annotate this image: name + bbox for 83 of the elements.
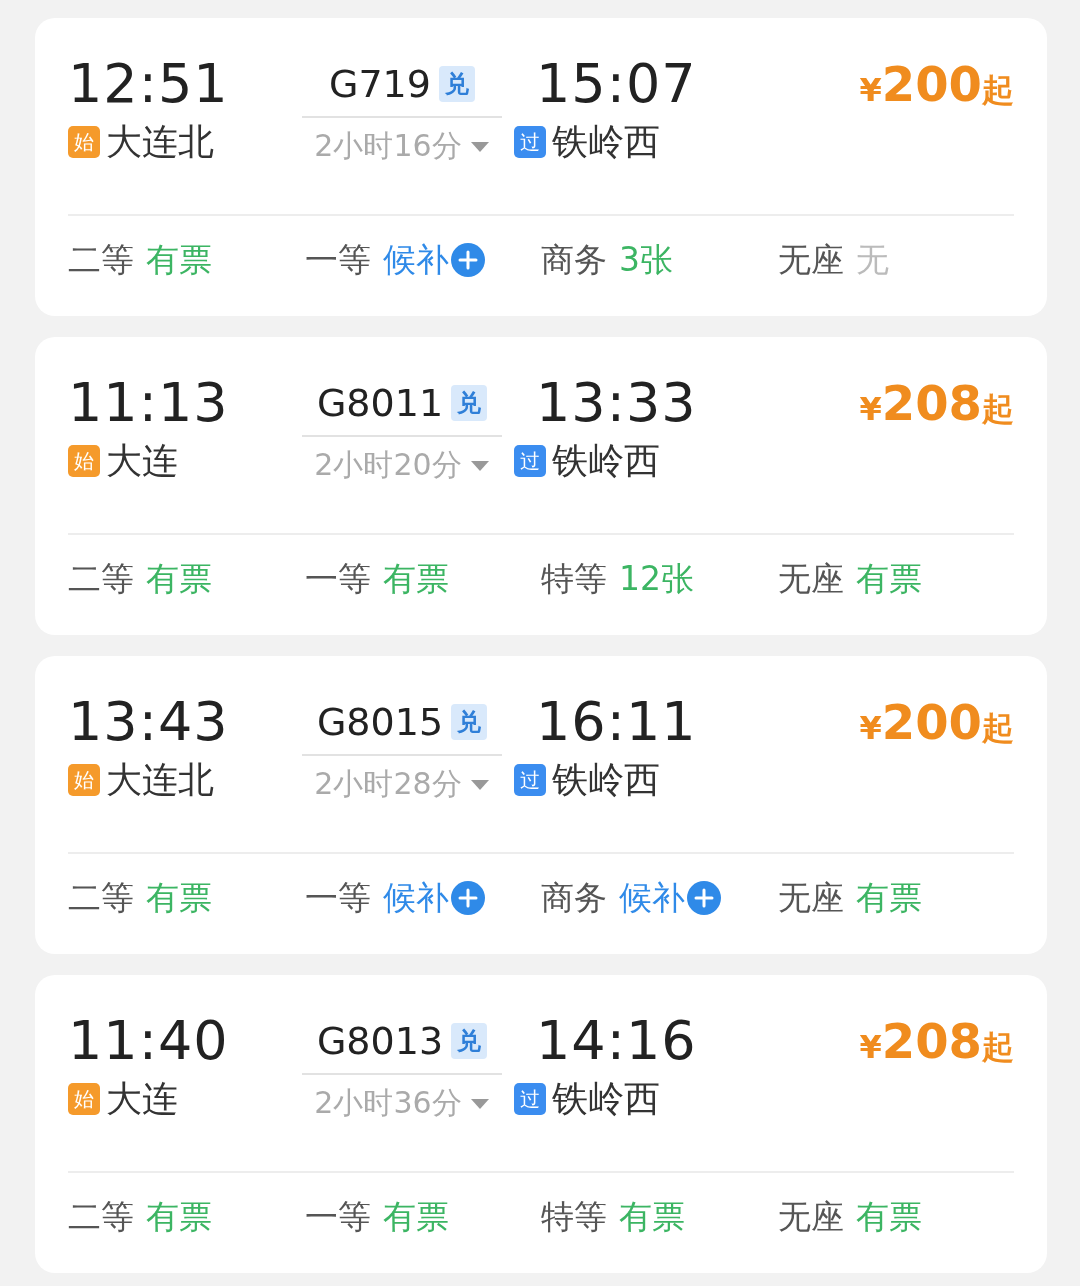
duration-toggle[interactable]: 2小时16分 [314,126,490,167]
caret-icon [469,459,490,472]
train-number: G8013 [316,1019,444,1063]
caret-icon [469,1097,490,1110]
origin-badge: 始 [68,1083,100,1115]
origin-badge: 始 [68,764,100,796]
seat-status[interactable]: 候补 [382,875,449,921]
seat-status: 有票 [146,876,212,919]
seat-status[interactable]: 候补 [619,875,685,921]
caret-icon [469,140,490,153]
train-number: G8015 [316,700,444,744]
seat-class: 特等 [541,1195,607,1238]
seat-class: 二等 [68,876,134,919]
origin-station: 大连北 [106,120,214,164]
seat-status[interactable]: 候补 [382,237,449,283]
destination-badge: 过 [514,1083,546,1115]
destination-badge: 过 [514,126,546,158]
origin-station: 大连北 [106,758,214,802]
train-number: G8011 [316,381,444,425]
seat-status: 有票 [382,1195,449,1238]
plus-icon[interactable] [450,881,485,915]
arrival-time: 14:16 [535,1011,698,1071]
origin-station: 大连 [106,439,178,483]
seat-class: 一等 [304,1195,371,1238]
train-badge: 兑 [451,704,488,740]
seat-status: 有票 [146,1195,212,1238]
origin-station: 大连 [106,1077,178,1121]
seat-class: 无座 [777,876,844,919]
seat-class: 商务 [541,876,607,919]
destination-station: 铁岭西 [552,439,660,483]
train-card[interactable]: 11:40 始 大连 G8013 兑 2小时36分 14:16 过 铁岭西 ¥208起 二等 有票 一等 有票 特等 有票 无座 有票 [35,975,1047,1273]
departure-time: 12:51 [68,54,230,114]
price: ¥208起 [859,1012,1014,1071]
duration-toggle[interactable]: 2小时28分 [314,764,490,805]
destination-station: 铁岭西 [552,1077,660,1121]
plus-icon[interactable] [687,881,721,915]
seat-status: 有票 [855,557,922,600]
seat-class: 一等 [304,557,371,600]
origin-badge: 始 [68,126,100,158]
train-number: G719 [329,62,431,106]
seat-class: 商务 [541,238,607,281]
seat-status: 有票 [382,557,449,600]
seat-class: 无座 [777,1195,844,1238]
destination-badge: 过 [514,764,546,796]
seat-class: 无座 [777,557,844,600]
departure-time: 11:40 [68,1011,230,1071]
departure-time: 11:13 [68,373,230,433]
train-card[interactable]: 11:13 始 大连 G8011 兑 2小时20分 13:33 过 铁岭西 ¥208起 二等 有票 一等 有票 特等 12张 无座 有票 [35,337,1047,635]
departure-time: 13:43 [68,692,230,752]
arrival-time: 13:33 [535,373,698,433]
seat-status: 有票 [855,1195,922,1238]
price: ¥200起 [859,693,1014,752]
destination-station: 铁岭西 [552,758,660,802]
seat-status: 有票 [855,876,922,919]
plus-icon[interactable] [450,243,485,277]
price: ¥208起 [859,374,1014,433]
seat-class: 一等 [304,876,371,919]
train-card[interactable]: 12:51 始 大连北 G719 兑 2小时16分 15:07 过 铁岭西 ¥200起 二等 有票 一等 候补 商务 3张 无座 无 [35,18,1047,316]
arrival-time: 16:11 [535,692,698,752]
seat-class: 特等 [541,557,607,600]
caret-icon [469,778,490,791]
seat-status: 无 [855,238,889,281]
seat-status: 有票 [619,1195,685,1238]
duration-toggle[interactable]: 2小时20分 [314,445,490,486]
duration-toggle[interactable]: 2小时36分 [314,1083,490,1124]
seat-class: 一等 [304,238,371,281]
seat-status: 有票 [146,557,212,600]
destination-station: 铁岭西 [552,120,660,164]
seat-status: 有票 [146,238,212,281]
seat-class: 二等 [68,238,134,281]
train-card[interactable]: 13:43 始 大连北 G8015 兑 2小时28分 16:11 过 铁岭西 ¥200起 二等 有票 一等 候补 商务 候补 无座 有票 [35,656,1047,954]
price: ¥200起 [859,55,1014,114]
seat-class: 二等 [68,557,134,600]
train-badge: 兑 [451,1023,488,1059]
seat-status: 12张 [619,557,694,600]
train-badge: 兑 [451,385,488,421]
arrival-time: 15:07 [535,54,698,114]
seat-status: 3张 [619,238,673,281]
seat-class: 二等 [68,1195,134,1238]
origin-badge: 始 [68,445,100,477]
destination-badge: 过 [514,445,546,477]
seat-class: 无座 [777,238,844,281]
train-badge: 兑 [439,66,475,102]
